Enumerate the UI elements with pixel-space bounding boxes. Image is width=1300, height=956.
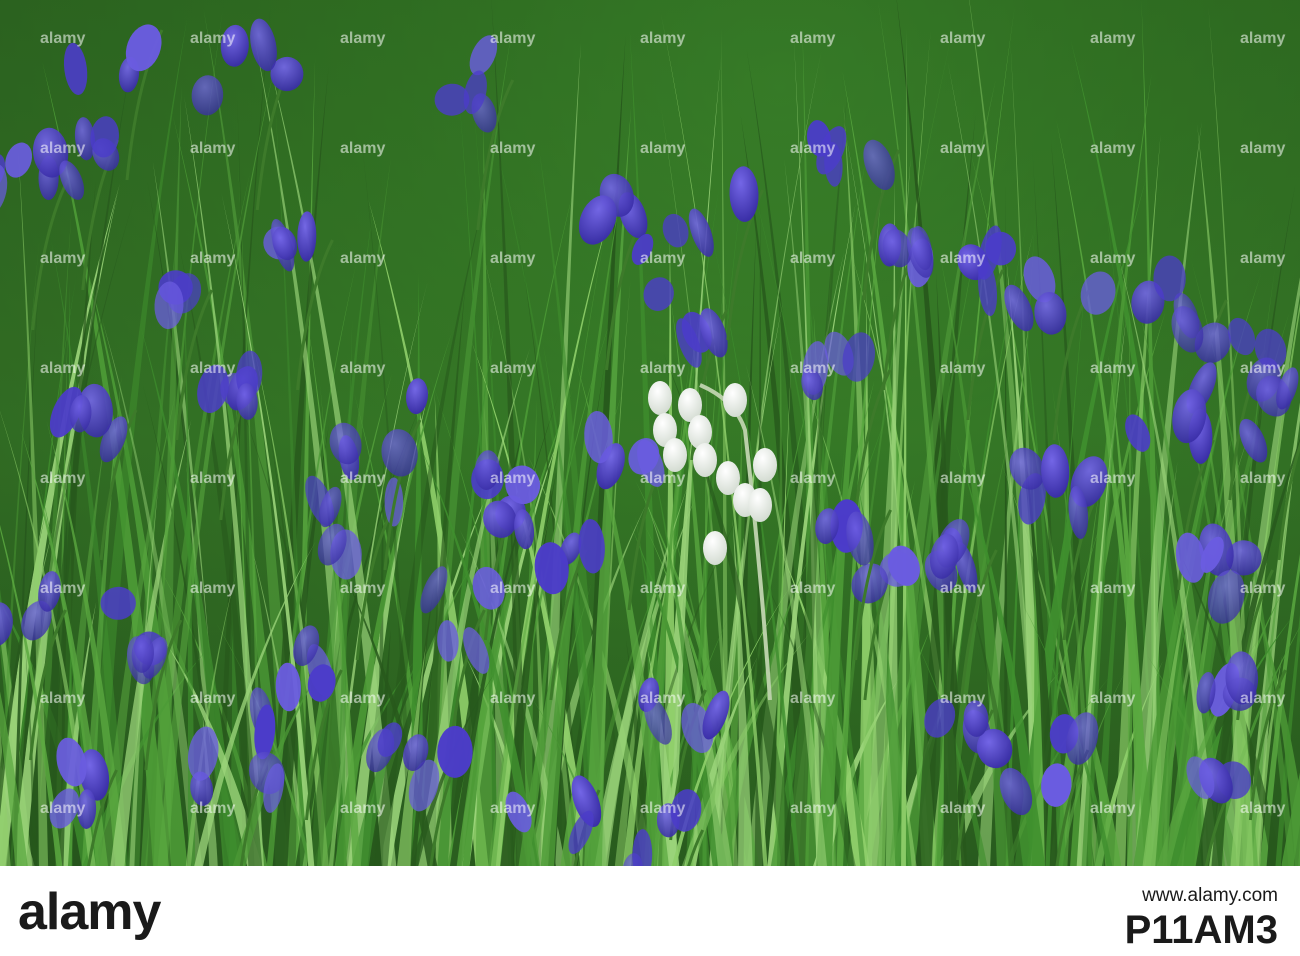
bluebell-bloom — [1153, 255, 1186, 302]
watermark-tile: alamy — [190, 470, 236, 487]
watermark-tile: alamy — [790, 470, 836, 487]
watermark-tile: alamy — [40, 690, 86, 707]
watermark-tile: alamy — [1240, 360, 1286, 377]
watermark-tile: alamy — [1240, 690, 1286, 707]
watermark-tile: alamy — [790, 250, 836, 267]
watermark-tile: alamy — [790, 30, 836, 47]
brand-logo: alamy — [18, 883, 161, 941]
watermark-tile: alamy — [340, 690, 386, 707]
watermark-tile: alamy — [40, 140, 86, 157]
watermark-tile: alamy — [340, 250, 386, 267]
watermark-tile: alamy — [940, 140, 986, 157]
watermark-tile: alamy — [1240, 800, 1286, 817]
white-bloom — [748, 488, 772, 522]
watermark-tile: alamy — [340, 140, 386, 157]
watermark-tile: alamy — [190, 690, 236, 707]
watermark-tile: alamy — [190, 250, 236, 267]
footer-info: www.alamy.com P11AM3 — [1125, 884, 1278, 952]
watermark-tile: alamy — [190, 140, 236, 157]
watermark-tile: alamy — [1240, 30, 1286, 47]
watermark-tile: alamy — [40, 30, 86, 47]
white-bloom — [693, 443, 717, 477]
white-bloom — [663, 438, 687, 472]
watermark-tile: alamy — [640, 800, 686, 817]
bluebell-meadow-illustration — [0, 0, 1300, 866]
watermark-tile: alamy — [40, 470, 86, 487]
watermark-tile: alamy — [790, 360, 836, 377]
watermark-tile: alamy — [790, 690, 836, 707]
watermark-tile: alamy — [940, 470, 986, 487]
watermark-tile: alamy — [940, 690, 986, 707]
watermark-tile: alamy — [640, 470, 686, 487]
watermark-tile: alamy — [640, 690, 686, 707]
watermark-tile: alamy — [640, 580, 686, 597]
watermark-tile: alamy — [490, 800, 536, 817]
watermark-tile: alamy — [1240, 250, 1286, 267]
watermark-tile: alamy — [640, 250, 686, 267]
white-bloom — [723, 383, 747, 417]
watermark-tile: alamy — [340, 800, 386, 817]
watermark-tile: alamy — [1090, 250, 1136, 267]
watermark-tile: alamy — [40, 360, 86, 377]
watermark-tile: alamy — [640, 30, 686, 47]
watermark-tile: alamy — [40, 580, 86, 597]
watermark-tile: alamy — [40, 250, 86, 267]
watermark-tile: alamy — [790, 580, 836, 597]
watermark-tile: alamy — [340, 580, 386, 597]
watermark-tile: alamy — [190, 580, 236, 597]
watermark-tile: alamy — [1090, 140, 1136, 157]
watermark-tile: alamy — [1240, 580, 1286, 597]
watermark-tile: alamy — [490, 360, 536, 377]
watermark-tile: alamy — [40, 800, 86, 817]
watermark-tile: alamy — [940, 30, 986, 47]
image-code: P11AM3 — [1124, 908, 1278, 952]
watermark-tile: alamy — [1090, 360, 1136, 377]
watermark-tile: alamy — [1090, 470, 1136, 487]
watermark-tile: alamy — [1240, 140, 1286, 157]
watermark-tile: alamy — [490, 250, 536, 267]
watermark-tile: alamy — [490, 690, 536, 707]
photo: alamy alamy alamy alamy alamy alamy alamy alamy… — [0, 0, 1300, 866]
watermark-tile: alamy — [940, 360, 986, 377]
watermark-tile: alamy — [190, 30, 236, 47]
white-bloom — [703, 531, 727, 565]
watermark-tile: alamy — [640, 360, 686, 377]
footer-bar: alamy www.alamy.com P11AM3 — [0, 866, 1300, 956]
watermark-tile: alamy — [190, 360, 236, 377]
watermark-tile: alamy — [490, 470, 536, 487]
watermark-tile: alamy — [340, 470, 386, 487]
watermark-tile: alamy — [340, 30, 386, 47]
watermark-tile: alamy — [1240, 470, 1286, 487]
site-url: www.alamy.com — [1142, 885, 1278, 906]
watermark-tile: alamy — [340, 360, 386, 377]
watermark-tile: alamy — [190, 800, 236, 817]
watermark-tile: alamy — [940, 580, 986, 597]
watermark-tile: alamy — [790, 800, 836, 817]
watermark-tile: alamy — [1090, 690, 1136, 707]
watermark-tile: alamy — [1090, 30, 1136, 47]
watermark-tile: alamy — [640, 140, 686, 157]
watermark-tile: alamy — [490, 140, 536, 157]
watermark-tile: alamy — [940, 250, 986, 267]
watermark-tile: alamy — [490, 580, 536, 597]
white-bloom — [753, 448, 777, 482]
watermark-tile: alamy — [790, 140, 836, 157]
watermark-tile: alamy — [940, 800, 986, 817]
watermark-tile: alamy — [1090, 800, 1136, 817]
white-bloom — [648, 381, 672, 415]
watermark-tile: alamy — [490, 30, 536, 47]
watermark-tile: alamy — [1090, 580, 1136, 597]
